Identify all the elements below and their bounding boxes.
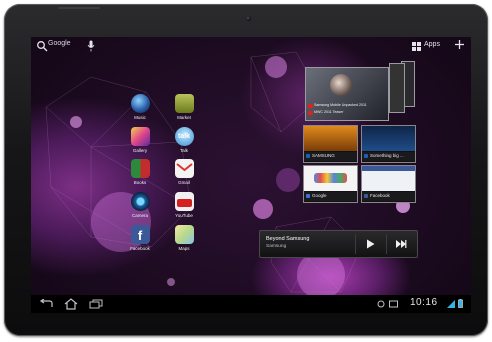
market-icon (174, 94, 194, 113)
app-label: Gmail (178, 180, 190, 185)
maps-icon (174, 225, 194, 244)
home-icon[interactable] (64, 298, 78, 310)
bookmark-label: Something big ... (370, 153, 404, 158)
track-artist: Samsung (266, 244, 287, 249)
books-icon (130, 159, 150, 178)
app-label: Talk (179, 148, 188, 153)
system-bar: 10:16 (31, 295, 471, 313)
youtube-small-icon (308, 104, 313, 108)
app-label: Market (177, 115, 191, 120)
back-icon[interactable] (39, 299, 53, 309)
youtube-small-icon (308, 111, 313, 115)
bookmark-tile[interactable]: Google (303, 165, 358, 203)
apps-label[interactable]: Apps (424, 41, 440, 48)
app-camera[interactable]: Camera (123, 192, 157, 218)
app-label: Gallery (132, 148, 148, 153)
track-title: Beyond Samsung (266, 236, 310, 242)
home-screen: Google Apps Music Market Gallery talk Ta… (31, 37, 471, 313)
music-icon (130, 94, 150, 113)
bookmark-thumbnail (362, 166, 415, 191)
video-thumbnail (330, 74, 352, 96)
video-subtitle: MWC 2011 Teaser (314, 110, 344, 114)
bookmark-label: Facebook (370, 193, 390, 198)
notification-icon[interactable] (377, 300, 385, 308)
app-gmail[interactable]: Gmail (167, 159, 201, 185)
app-youtube[interactable]: YouTube (167, 192, 201, 218)
wifi-icon (447, 300, 455, 308)
recent-apps-icon[interactable] (89, 299, 103, 309)
screenshot-icon[interactable] (389, 300, 398, 308)
gallery-icon (130, 127, 150, 146)
app-market[interactable]: Market (167, 94, 201, 120)
app-label: Music (134, 115, 146, 120)
youtube-icon (174, 192, 194, 211)
app-music[interactable]: Music (123, 94, 157, 120)
google-search-label[interactable]: Google (48, 40, 71, 47)
video-card-main[interactable]: Samsung Mobile Unpacked 2011 MWC 2011 Te… (305, 67, 389, 121)
bookmark-thumbnail (362, 126, 415, 151)
apps-grid-icon[interactable] (412, 42, 421, 51)
bookmark-tile[interactable]: Something big ... (361, 125, 416, 163)
play-icon[interactable] (364, 238, 376, 250)
camera-icon (130, 192, 150, 211)
divider (355, 234, 356, 254)
next-track-icon[interactable] (395, 239, 407, 249)
clock[interactable]: 10:16 (410, 297, 438, 308)
app-talk[interactable]: talk Talk (167, 127, 201, 153)
app-label: Facebook (130, 246, 150, 251)
front-camera (246, 16, 251, 21)
search-icon[interactable] (36, 40, 48, 52)
bookmark-label: SAMSUNG (312, 153, 335, 158)
bookmark-thumbnail (304, 126, 357, 151)
bookmark-thumbnail (304, 166, 357, 191)
gmail-icon (174, 159, 194, 178)
talk-icon: talk (174, 127, 194, 146)
facebook-icon: f (130, 225, 150, 244)
bookmark-label: Google (312, 193, 327, 198)
power-button[interactable] (58, 7, 100, 9)
bookmark-favicon-icon (306, 154, 310, 158)
top-bar: Google Apps (31, 37, 471, 55)
app-label: Books (133, 180, 147, 185)
app-label: Maps (178, 246, 190, 251)
bookmark-tile[interactable]: Facebook (361, 165, 416, 203)
app-label: Camera (131, 213, 148, 218)
battery-icon (458, 299, 463, 308)
add-icon[interactable] (454, 39, 465, 50)
app-books[interactable]: Books (123, 159, 157, 185)
app-gallery[interactable]: Gallery (123, 127, 157, 153)
bookmark-favicon-icon (364, 194, 368, 198)
bookmark-favicon-icon (364, 154, 368, 158)
music-widget[interactable]: Beyond Samsung Samsung (259, 230, 418, 258)
app-maps[interactable]: Maps (167, 225, 201, 251)
video-card-back[interactable] (389, 63, 405, 113)
divider (386, 234, 387, 254)
bookmark-favicon-icon (306, 194, 310, 198)
app-facebook[interactable]: f Facebook (123, 225, 157, 251)
app-label: YouTube (175, 213, 193, 218)
microphone-icon[interactable] (87, 40, 95, 52)
youtube-widget[interactable]: Samsung Mobile Unpacked 2011 MWC 2011 Te… (305, 61, 415, 121)
bookmark-tile[interactable]: SAMSUNG (303, 125, 358, 163)
tablet-bezel: Google Apps Music Market Gallery talk Ta… (4, 4, 488, 336)
video-title: Samsung Mobile Unpacked 2011 (314, 103, 367, 107)
